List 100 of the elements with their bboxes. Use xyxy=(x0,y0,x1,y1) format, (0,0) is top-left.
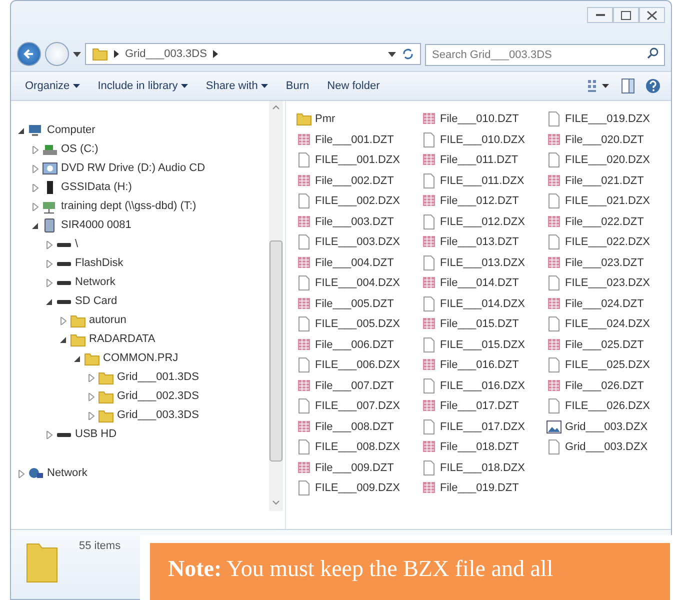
file-name[interactable]: FILE___022.DZX xyxy=(565,234,650,250)
tree-item[interactable]: training dept (\\gss-dbd) (T:) xyxy=(61,198,196,215)
view-options-icon[interactable] xyxy=(587,79,611,93)
tree-item[interactable]: SIR4000 0081 xyxy=(61,217,132,234)
file-name[interactable]: FILE___019.DZX xyxy=(565,111,650,128)
file-name[interactable]: FILE___013.DZX xyxy=(440,254,525,271)
tree-item[interactable]: COMMON.PRJ xyxy=(103,350,178,367)
file-name[interactable]: FILE___012.DZX xyxy=(440,214,525,230)
search-icon[interactable] xyxy=(647,47,659,59)
file-name[interactable]: File___024.DZT xyxy=(565,296,644,312)
scrollbar[interactable] xyxy=(269,101,283,511)
file-name[interactable]: FILE___026.DZX xyxy=(565,398,650,414)
tree-item[interactable]: Network xyxy=(47,465,88,482)
expanded-arrow-icon[interactable] xyxy=(73,354,81,362)
expanded-arrow-icon[interactable] xyxy=(31,222,39,230)
refresh-icon[interactable] xyxy=(402,48,414,60)
file-name[interactable]: File___014.DZT xyxy=(440,275,519,292)
collapsed-arrow-icon[interactable] xyxy=(45,278,53,286)
collapsed-arrow-icon[interactable] xyxy=(59,316,67,324)
file-name[interactable]: FILE___003.DZX xyxy=(315,234,400,250)
back-button[interactable] xyxy=(17,42,41,66)
tree-item[interactable]: Grid___002.3DS xyxy=(117,388,199,405)
file-name[interactable]: FILE___010.DZX xyxy=(440,132,525,148)
file-name[interactable]: FILE___005.DZX xyxy=(315,316,400,332)
file-name[interactable]: FILE___017.DZX xyxy=(440,418,525,435)
collapsed-arrow-icon[interactable] xyxy=(87,412,95,420)
tree-item[interactable]: Network xyxy=(75,274,116,291)
file-name[interactable]: FILE___015.DZX xyxy=(440,336,525,353)
file-name[interactable]: File___010.DZT xyxy=(440,111,519,128)
tree-item[interactable]: USB HD xyxy=(75,426,117,443)
file-name[interactable]: File___001.DZT xyxy=(315,132,394,148)
toolbar-button[interactable]: Burn xyxy=(282,76,314,96)
toolbar-button[interactable]: Share with xyxy=(202,76,272,96)
tree-item[interactable]: Grid___003.3DS xyxy=(117,407,199,424)
file-name[interactable]: File___015.DZT xyxy=(440,316,519,332)
close-button[interactable] xyxy=(639,7,665,23)
file-name[interactable]: FILE___014.DZX xyxy=(440,296,525,312)
file-name[interactable]: FILE___011.DZX xyxy=(440,172,524,189)
file-name[interactable]: File___008.DZT xyxy=(315,418,394,435)
file-name[interactable]: File___021.DZT xyxy=(565,172,644,189)
expanded-arrow-icon[interactable] xyxy=(45,298,53,306)
file-name[interactable]: FILE___021.DZX xyxy=(565,193,650,210)
file-name[interactable]: File___016.DZT xyxy=(440,357,519,374)
tree-item[interactable]: \ xyxy=(75,236,78,253)
file-name[interactable]: File___007.DZT xyxy=(315,378,394,394)
file-name[interactable]: File___002.DZT xyxy=(315,172,394,189)
file-name[interactable]: FILE___006.DZX xyxy=(315,357,400,374)
breadcrumb-item[interactable]: Grid___003.3DS xyxy=(125,46,207,62)
collapsed-arrow-icon[interactable] xyxy=(31,202,39,210)
toolbar-button[interactable]: Include in library xyxy=(94,76,192,96)
collapsed-arrow-icon[interactable] xyxy=(87,374,95,382)
tree-item[interactable]: Grid___001.3DS xyxy=(117,369,199,386)
tree-item[interactable]: RADARDATA xyxy=(89,331,156,348)
tree-item[interactable]: Computer xyxy=(47,122,96,139)
tree-item[interactable]: OS (C:) xyxy=(61,141,98,158)
file-name[interactable]: File___025.DZT xyxy=(565,336,644,353)
help-icon[interactable] xyxy=(645,78,661,94)
collapsed-arrow-icon[interactable] xyxy=(87,392,95,400)
collapsed-arrow-icon[interactable] xyxy=(31,164,39,172)
file-name[interactable]: FILE___024.DZX xyxy=(565,316,650,332)
file-name[interactable]: File___004.DZT xyxy=(315,254,394,271)
file-name[interactable]: File___023.DZT xyxy=(565,254,644,271)
file-name[interactable]: File___018.DZT xyxy=(440,439,519,456)
file-name[interactable]: FILE___004.DZX xyxy=(315,275,400,292)
file-name[interactable]: FILE___002.DZX xyxy=(315,193,400,210)
tree-item[interactable]: GSSIData (H:) xyxy=(61,179,132,196)
caret-icon[interactable] xyxy=(388,50,396,58)
file-name[interactable]: File___020.DZT xyxy=(565,132,644,148)
file-name[interactable]: FILE___016.DZX xyxy=(440,378,525,394)
file-name[interactable]: File___019.DZT xyxy=(440,480,519,496)
expanded-arrow-icon[interactable] xyxy=(59,336,67,344)
maximize-button[interactable] xyxy=(613,7,639,23)
file-name[interactable]: File___026.DZT xyxy=(565,378,644,394)
file-name[interactable]: File___017.DZT xyxy=(440,398,519,414)
collapsed-arrow-icon[interactable] xyxy=(31,184,39,192)
file-name[interactable]: File___011.DZT xyxy=(440,152,518,168)
file-name[interactable]: File___009.DZT xyxy=(315,460,394,476)
toolbar-button[interactable]: Organize xyxy=(21,76,84,96)
file-name[interactable]: File___006.DZT xyxy=(315,336,394,353)
file-name[interactable]: FILE___009.DZX xyxy=(315,480,400,496)
caret-icon[interactable] xyxy=(73,50,81,58)
preview-pane-icon[interactable] xyxy=(621,78,635,94)
file-name[interactable]: FILE___018.DZX xyxy=(440,460,525,476)
file-name[interactable]: File___022.DZT xyxy=(565,214,644,230)
search-field[interactable]: Search Grid___003.3DS xyxy=(425,44,665,66)
file-name[interactable]: Grid___003.DZX xyxy=(565,439,648,456)
tree-item[interactable]: SD Card xyxy=(75,293,118,310)
collapsed-arrow-icon[interactable] xyxy=(45,260,53,268)
file-name[interactable]: FILE___007.DZX xyxy=(315,398,400,414)
file-name[interactable]: FILE___008.DZX xyxy=(315,439,400,456)
tree-item[interactable]: autorun xyxy=(89,312,126,329)
toolbar-button[interactable]: New folder xyxy=(323,76,384,96)
file-name[interactable]: Grid___003.DZX xyxy=(565,418,648,435)
file-name[interactable]: File___013.DZT xyxy=(440,234,519,250)
collapsed-arrow-icon[interactable] xyxy=(45,240,53,248)
tree-item[interactable]: FlashDisk xyxy=(75,255,124,272)
file-name[interactable]: File___012.DZT xyxy=(440,193,519,210)
file-name[interactable]: Pmr xyxy=(315,111,336,128)
collapsed-arrow-icon[interactable] xyxy=(17,470,25,478)
address-field[interactable]: Grid___003.3DS xyxy=(85,43,421,65)
